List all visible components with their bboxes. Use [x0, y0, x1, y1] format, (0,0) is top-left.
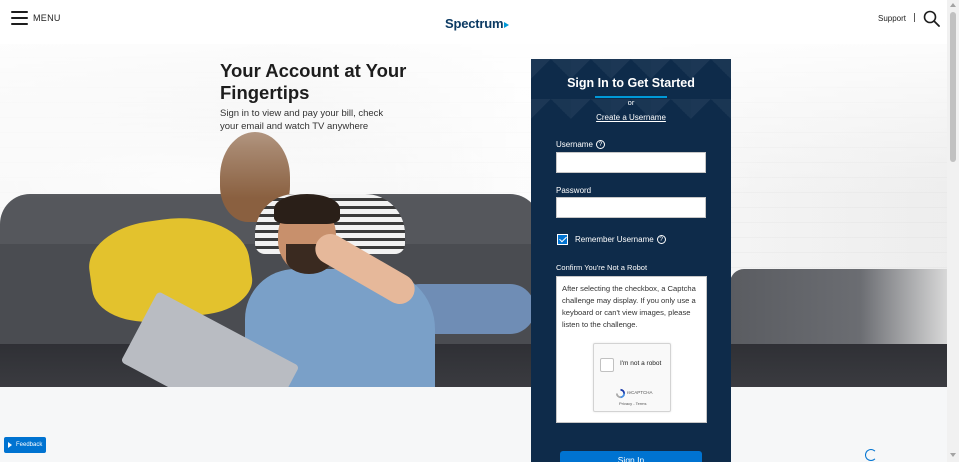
recaptcha-widget: I'm not a robot reCAPTCHA Privacy - Term…	[593, 343, 671, 412]
recaptcha-brand: reCAPTCHA	[627, 390, 653, 395]
recaptcha-label: I'm not a robot	[620, 360, 662, 367]
scroll-down-icon[interactable]	[950, 453, 956, 457]
robot-label: Confirm You're Not a Robot	[556, 263, 648, 272]
scroll-thumb[interactable]	[950, 12, 956, 162]
password-label: Password	[556, 186, 592, 195]
remember-label-text: Remember Username	[575, 235, 654, 244]
username-label: Username ?	[556, 140, 605, 149]
captcha-instructions: After selecting the checkbox, a Captcha …	[562, 284, 696, 329]
signin-title: Sign In to Get Started	[567, 76, 695, 90]
signin-button[interactable]: Sign In	[560, 451, 702, 462]
remember-help-icon[interactable]: ?	[656, 235, 666, 244]
support-link[interactable]: Support	[878, 14, 906, 23]
recaptcha-logo-icon	[615, 388, 626, 399]
username-help-icon[interactable]: ?	[595, 140, 605, 149]
recaptcha-checkbox[interactable]	[600, 358, 614, 372]
remember-checkbox[interactable]	[557, 234, 568, 245]
site-header: MENU Spectrum Support |	[0, 0, 947, 44]
remember-username[interactable]: Remember Username ?	[557, 234, 666, 245]
hero-banner	[0, 44, 947, 387]
loading-spinner-icon	[865, 449, 877, 461]
captcha-box: After selecting the checkbox, a Captcha …	[556, 276, 707, 423]
password-input[interactable]	[556, 197, 706, 218]
recaptcha-terms[interactable]: Privacy - Terms	[619, 401, 646, 406]
or-text: or	[627, 98, 635, 107]
header-divider: |	[913, 13, 917, 23]
page-scrollbar[interactable]	[947, 0, 959, 462]
hamburger-icon	[11, 11, 28, 25]
menu-label: MENU	[33, 13, 61, 23]
hero-title: Your Account at Your Fingertips	[220, 60, 407, 103]
page-lower-section	[0, 387, 947, 462]
play-arrow-icon	[8, 442, 12, 448]
username-label-text: Username	[556, 140, 593, 149]
username-input[interactable]	[556, 152, 706, 173]
spectrum-logo[interactable]: Spectrum	[445, 16, 510, 31]
hero-fade	[0, 44, 947, 387]
menu-button[interactable]: MENU	[11, 11, 61, 25]
create-username-link[interactable]: Create a Username	[531, 113, 731, 122]
logo-text: Spectrum	[445, 16, 504, 31]
remember-label: Remember Username ?	[575, 235, 666, 244]
hero-subtitle: Sign in to view and pay your bill, check…	[220, 108, 384, 132]
search-icon[interactable]	[923, 10, 940, 27]
signin-panel: Sign In to Get Started or Create a Usern…	[531, 59, 731, 462]
logo-arrow-icon	[504, 21, 510, 28]
scroll-up-icon[interactable]	[950, 3, 956, 7]
feedback-label: Feedback	[16, 442, 43, 448]
feedback-button[interactable]: Feedback	[4, 437, 46, 453]
